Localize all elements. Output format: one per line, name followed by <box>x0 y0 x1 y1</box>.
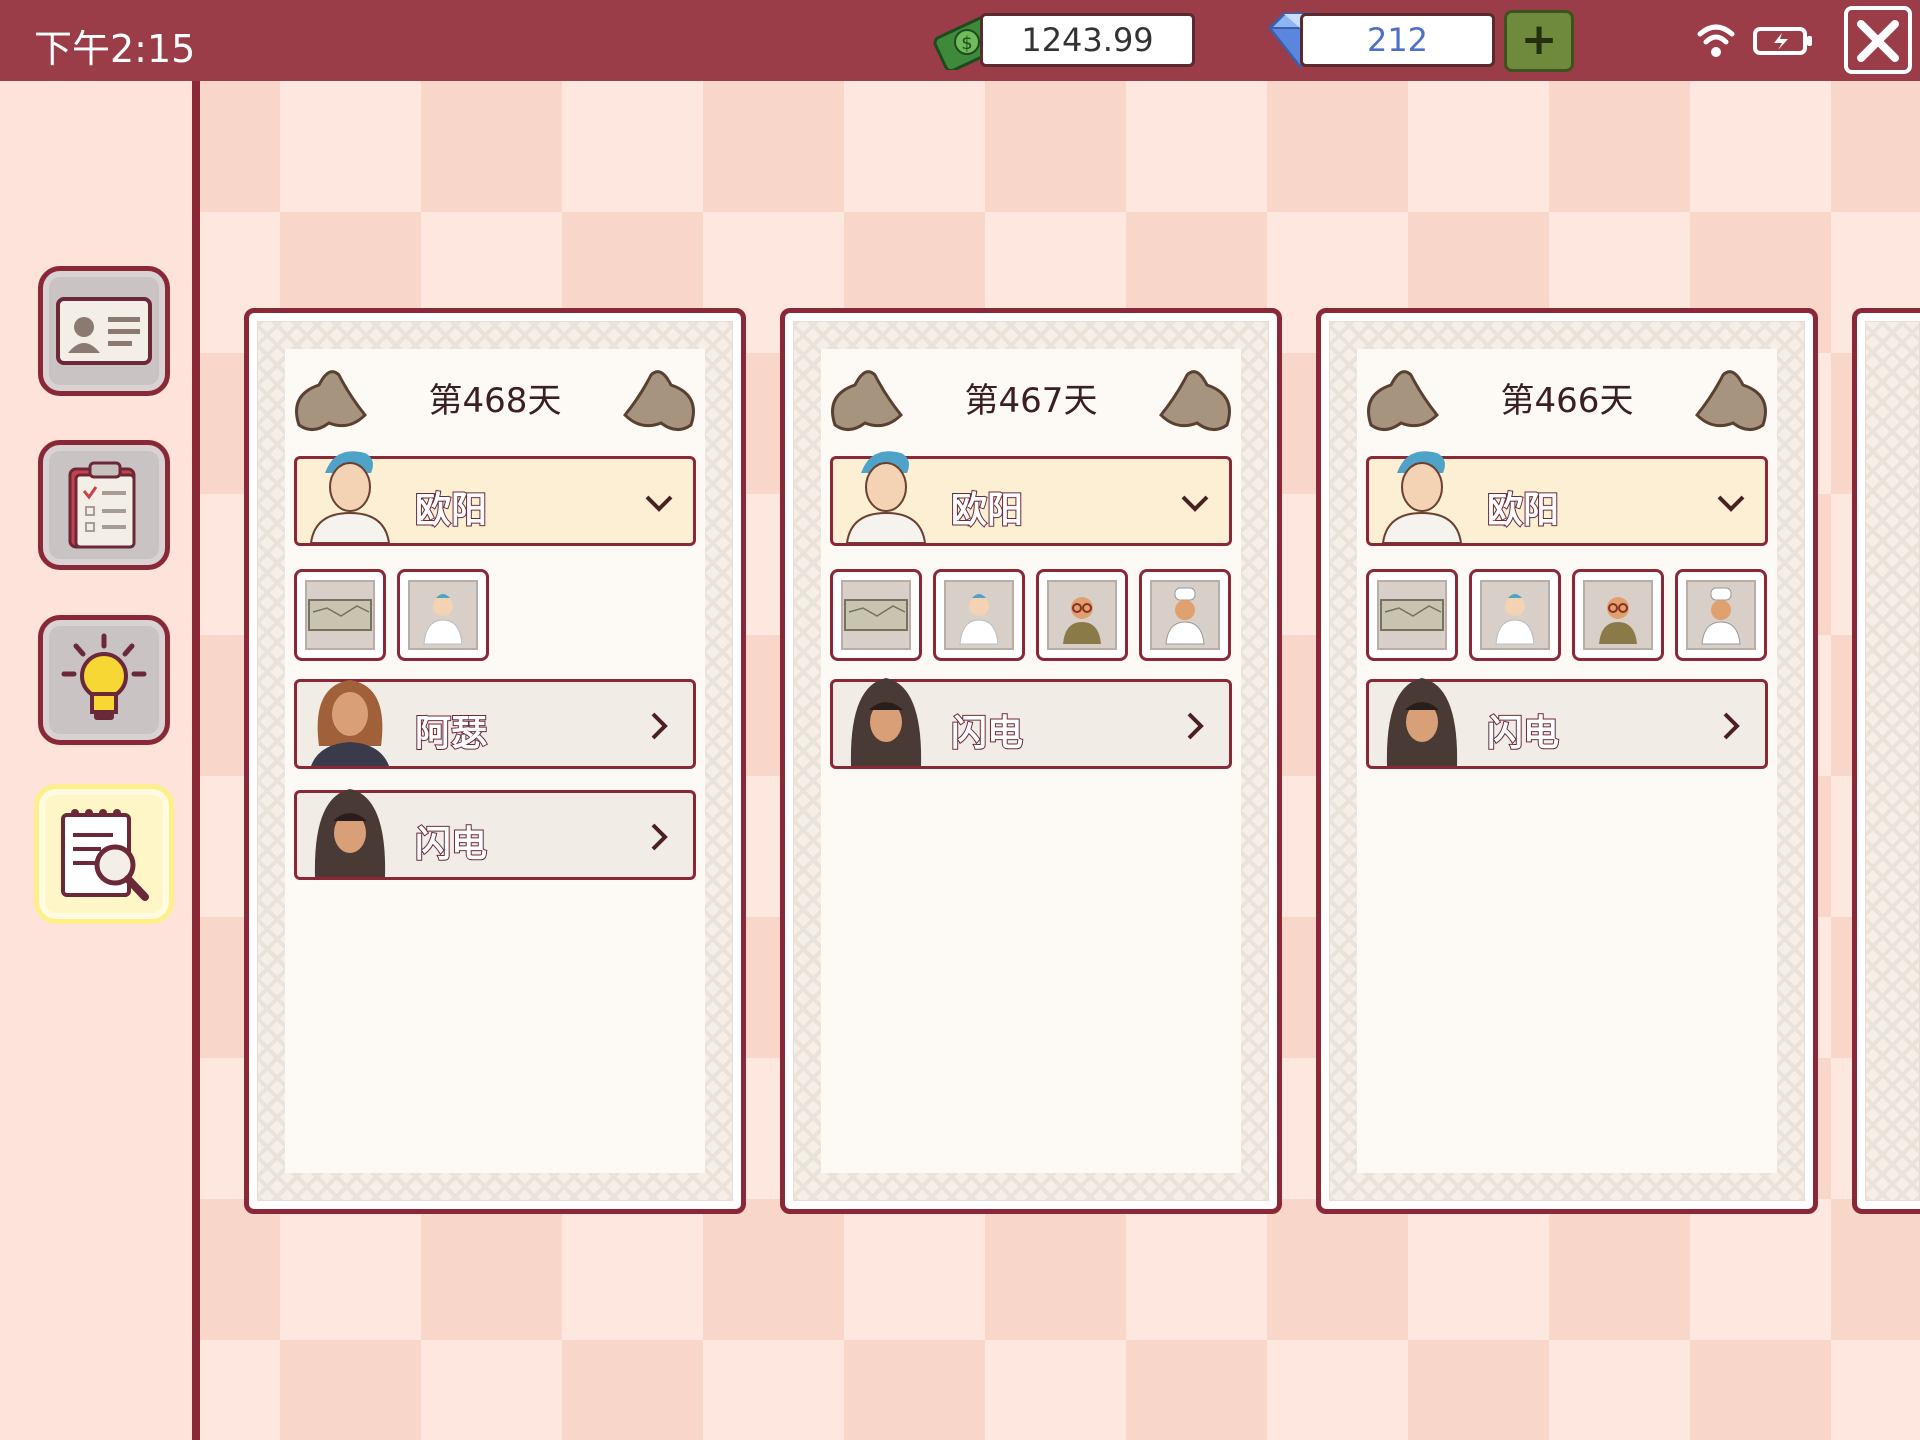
person-name: 闪电 <box>950 712 1024 755</box>
sidebar-item-investigation[interactable] <box>34 784 174 924</box>
evidence-map-thumb[interactable] <box>1366 569 1458 661</box>
shandian-portrait <box>314 789 386 877</box>
day-card: 第466天 欧阳 闪电 <box>1316 308 1818 1214</box>
ouyang-portrait <box>845 451 927 543</box>
sidebar-item-hints[interactable] <box>38 615 170 745</box>
evidence-chef-thumb[interactable] <box>1675 569 1767 661</box>
day-card-partial[interactable] <box>1852 308 1920 1214</box>
selected-person-dropdown[interactable]: 欧阳 <box>1366 451 1768 546</box>
notepad-search-icon <box>61 809 149 901</box>
status-time: 下午2:15 <box>34 27 196 71</box>
evidence-doctor-thumb[interactable] <box>397 569 489 661</box>
evidence-old-man-thumb[interactable] <box>1572 569 1664 661</box>
id-card-icon <box>56 297 152 365</box>
shandian-portrait <box>1386 678 1458 766</box>
chevron-right-icon <box>651 712 668 740</box>
sidebar-item-tasks[interactable] <box>38 440 170 570</box>
person-name: 闪电 <box>1486 712 1560 755</box>
suspect-row[interactable]: 闪电 <box>1366 678 1768 769</box>
person-name: 欧阳 <box>414 489 488 532</box>
chevron-right-icon <box>1723 712 1740 740</box>
evidence-old-man-thumb[interactable] <box>1036 569 1128 661</box>
sidebar-item-profiles[interactable] <box>38 266 170 396</box>
person-name: 欧阳 <box>950 489 1024 532</box>
close-button[interactable] <box>1844 6 1912 74</box>
day-card: 第468天 欧阳 阿瑟 闪电 <box>244 308 746 1214</box>
shandian-portrait <box>850 678 922 766</box>
evidence-doctor-thumb[interactable] <box>1469 569 1561 661</box>
chevron-down-icon <box>645 495 673 512</box>
day-card: 第467天 欧阳 闪电 <box>780 308 1282 1214</box>
sidebar-divider <box>192 81 200 1440</box>
ouyang-portrait <box>1381 451 1463 543</box>
suspect-row[interactable]: 闪电 <box>830 678 1232 769</box>
chevron-right-icon <box>651 823 668 851</box>
selected-person-dropdown[interactable]: 欧阳 <box>830 451 1232 546</box>
day-title: 第467天 <box>964 381 1098 421</box>
person-name: 欧阳 <box>1486 489 1560 532</box>
chevron-right-icon <box>1187 712 1204 740</box>
gem-counter: 212 <box>1300 13 1495 67</box>
wifi-icon <box>1697 24 1735 57</box>
evidence-map-thumb[interactable] <box>830 569 922 661</box>
day-title: 第466天 <box>1500 381 1634 421</box>
evidence-map-thumb[interactable] <box>294 569 386 661</box>
person-name: 阿瑟 <box>414 712 488 755</box>
clipboard-icon <box>68 461 136 549</box>
ouyang-portrait <box>309 451 391 543</box>
selected-person-dropdown[interactable]: 欧阳 <box>294 451 696 546</box>
add-gems-button[interactable]: + <box>1504 10 1574 72</box>
arthur-portrait <box>311 680 389 766</box>
evidence-chef-thumb[interactable] <box>1139 569 1231 661</box>
battery-icon <box>1753 27 1812 55</box>
suspect-row[interactable]: 阿瑟 <box>294 679 696 769</box>
lightbulb-icon <box>61 633 147 720</box>
close-icon <box>1857 20 1899 62</box>
suspect-row[interactable]: 闪电 <box>294 789 696 880</box>
chevron-down-icon <box>1717 495 1745 512</box>
money-counter: 1243.99 <box>980 13 1195 67</box>
svg-text:$: $ <box>961 33 972 54</box>
evidence-doctor-thumb[interactable] <box>933 569 1025 661</box>
day-title: 第468天 <box>428 381 562 421</box>
chevron-down-icon <box>1181 495 1209 512</box>
person-name: 闪电 <box>414 823 488 866</box>
top-bar: 下午2:15 $ 1243.99 212 + <box>0 0 1920 81</box>
